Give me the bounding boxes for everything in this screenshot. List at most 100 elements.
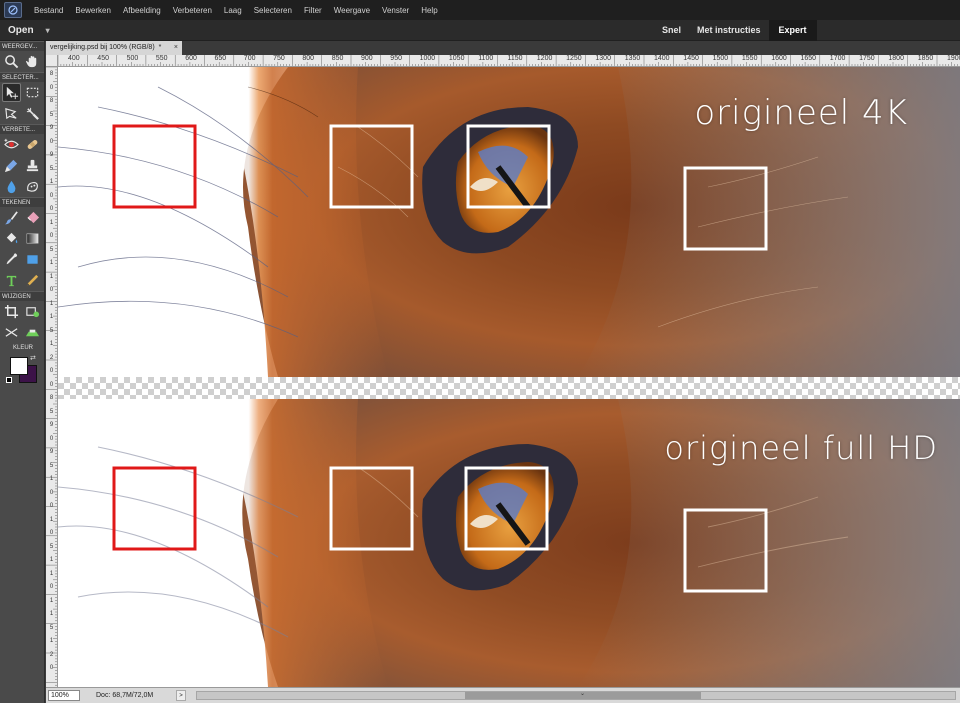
document-modified-marker: *	[158, 44, 162, 51]
mode-tabs: Snel Met instructies Expert	[654, 20, 817, 41]
hand-tool-icon[interactable]	[23, 52, 42, 71]
menu-file[interactable]: Bestand	[28, 6, 69, 15]
horizontal-ruler[interactable]: 400 450 500 550 600 650 700 750 800 850 900 950 1000…	[58, 55, 960, 67]
clone-stamp-tool-icon[interactable]	[23, 156, 42, 175]
blur-tool-icon[interactable]	[2, 177, 21, 196]
ruler-label: 5	[49, 327, 54, 334]
sponge-tool-icon[interactable]	[23, 177, 42, 196]
shape-tool-icon[interactable]	[23, 250, 42, 269]
type-tool-icon[interactable]	[2, 271, 21, 290]
open-button-label: Open	[8, 25, 34, 36]
ruler-label: 1100	[478, 55, 494, 62]
ruler-label: 750	[273, 55, 285, 62]
ruler-label: 700	[243, 55, 256, 62]
menu-window[interactable]: Venster	[376, 6, 415, 15]
eraser-tool-icon[interactable]	[23, 208, 42, 227]
ruler-label: 1250	[566, 55, 582, 62]
ruler-origin[interactable]	[46, 55, 58, 67]
bandage-tool-icon[interactable]	[23, 135, 42, 154]
app-logo-icon[interactable]	[4, 2, 22, 18]
document-canvas[interactable]: origineel 4K origineel full HD	[58, 67, 960, 687]
vertical-ruler[interactable]: 8 0 8 5 9 0 9 5 1 0 0 1 0 5 1 1 0 1 1 5 1 2 0 0 8 5 9 0 9 5 1 0 0 1 0 5 1 1 0 1…	[46, 67, 58, 687]
menu-view[interactable]: Weergave	[328, 6, 376, 15]
zoom-tool-icon[interactable]	[2, 52, 21, 71]
toolbox-section-enhance: VERBETE...	[0, 124, 44, 134]
ruler-label: 1500	[712, 55, 729, 62]
ruler-label: 1	[49, 179, 54, 185]
swap-colors-icon[interactable]: ⇄	[30, 354, 36, 362]
menu-edit[interactable]: Bewerken	[69, 6, 117, 15]
ruler-label: 1	[49, 516, 54, 523]
status-menu-arrow-icon[interactable]: >	[176, 690, 186, 701]
photo-full-hd: origineel full HD	[58, 399, 960, 687]
toolbox-section-select: SELECTER...	[0, 72, 44, 82]
ruler-label: 0	[49, 192, 54, 199]
smart-brush-tool-icon[interactable]	[2, 156, 21, 175]
gradient-tool-icon[interactable]	[23, 229, 42, 248]
lasso-tool-icon[interactable]	[2, 104, 21, 123]
photo-label-4k: origineel 4K	[694, 93, 908, 133]
ruler-label: 1	[49, 476, 54, 482]
mode-bar: Open ▾ Snel Met instructies Expert	[0, 20, 960, 41]
ruler-label: 0	[49, 287, 54, 293]
crop-tool-icon[interactable]	[2, 302, 21, 321]
ruler-label: 1450	[683, 55, 699, 62]
menu-layer[interactable]: Laag	[218, 6, 248, 15]
ruler-label: 8	[49, 98, 54, 104]
ruler-label: 0	[49, 381, 54, 388]
straighten-tool-icon[interactable]	[23, 323, 42, 342]
marquee-tool-icon[interactable]	[23, 83, 42, 102]
ruler-label: 1	[49, 611, 54, 617]
ruler-label: 5	[49, 111, 54, 118]
menu-enhance[interactable]: Verbeteren	[167, 6, 218, 15]
ruler-label: 1	[49, 570, 54, 577]
ruler-label: 0	[49, 665, 54, 671]
ruler-label: 450	[97, 55, 109, 62]
ruler-label: 1400	[654, 55, 670, 62]
ruler-label: 8	[49, 71, 54, 77]
tab-quick[interactable]: Snel	[654, 20, 689, 41]
toolbox-section-modify: WIJZIGEN	[0, 291, 44, 301]
toolbox: WEERGEV... SELECTER... VERBETE... TEKENE…	[0, 41, 45, 703]
menu-filter[interactable]: Filter	[298, 6, 328, 15]
ruler-label: 0	[49, 503, 54, 509]
scrollbar-grip-icon: ⌄	[580, 691, 586, 697]
close-icon[interactable]: ×	[174, 41, 182, 55]
photoshop-elements-window: Bestand Bewerken Afbeelding Verbeteren L…	[0, 0, 960, 703]
recompose-tool-icon[interactable]	[23, 302, 42, 321]
menu-image[interactable]: Afbeelding	[117, 6, 167, 15]
menu-help[interactable]: Help	[415, 6, 443, 15]
ruler-label: 1	[49, 341, 54, 347]
tab-expert[interactable]: Expert	[768, 20, 817, 41]
ruler-label: 5	[49, 624, 54, 631]
red-eye-tool-icon[interactable]	[2, 135, 21, 154]
zoom-field[interactable]: 100%	[48, 690, 80, 701]
move-tool-icon[interactable]	[2, 83, 21, 102]
eyedropper-tool-icon[interactable]	[2, 250, 21, 269]
menu-select[interactable]: Selecteren	[248, 6, 298, 15]
toolbox-section-view: WEERGEV...	[0, 41, 44, 51]
ruler-label: 650	[214, 55, 227, 62]
horizontal-scrollbar[interactable]: ⌄	[196, 691, 956, 700]
photo-4k: origineel 4K	[58, 67, 960, 377]
default-colors-icon[interactable]	[6, 377, 12, 383]
status-bar: 100% Doc: 68,7M/72,0M > ⌄	[46, 687, 960, 703]
open-button[interactable]: Open ▾	[8, 22, 50, 39]
ruler-label: 0	[49, 206, 54, 212]
ruler-label: 850	[331, 55, 344, 62]
horizontal-scrollbar-thumb[interactable]: ⌄	[465, 691, 701, 699]
ruler-label: 1650	[800, 55, 817, 62]
paint-bucket-tool-icon[interactable]	[2, 229, 21, 248]
content-aware-move-tool-icon[interactable]	[2, 323, 21, 342]
ruler-label: 400	[68, 55, 80, 62]
quick-selection-tool-icon[interactable]	[23, 104, 42, 123]
pencil-tool-icon[interactable]	[23, 271, 42, 290]
document-tab[interactable]: vergelijking.psd bij 100% (RGB/8) * ×	[46, 41, 182, 55]
ruler-label: 5	[49, 165, 54, 172]
foreground-color-swatch[interactable]	[10, 357, 28, 375]
ruler-label: 1	[49, 638, 54, 644]
ruler-label: 1	[49, 597, 54, 604]
tab-guided[interactable]: Met instructies	[689, 20, 769, 41]
brush-tool-icon[interactable]	[2, 208, 21, 227]
ruler-label: 500	[126, 55, 139, 62]
